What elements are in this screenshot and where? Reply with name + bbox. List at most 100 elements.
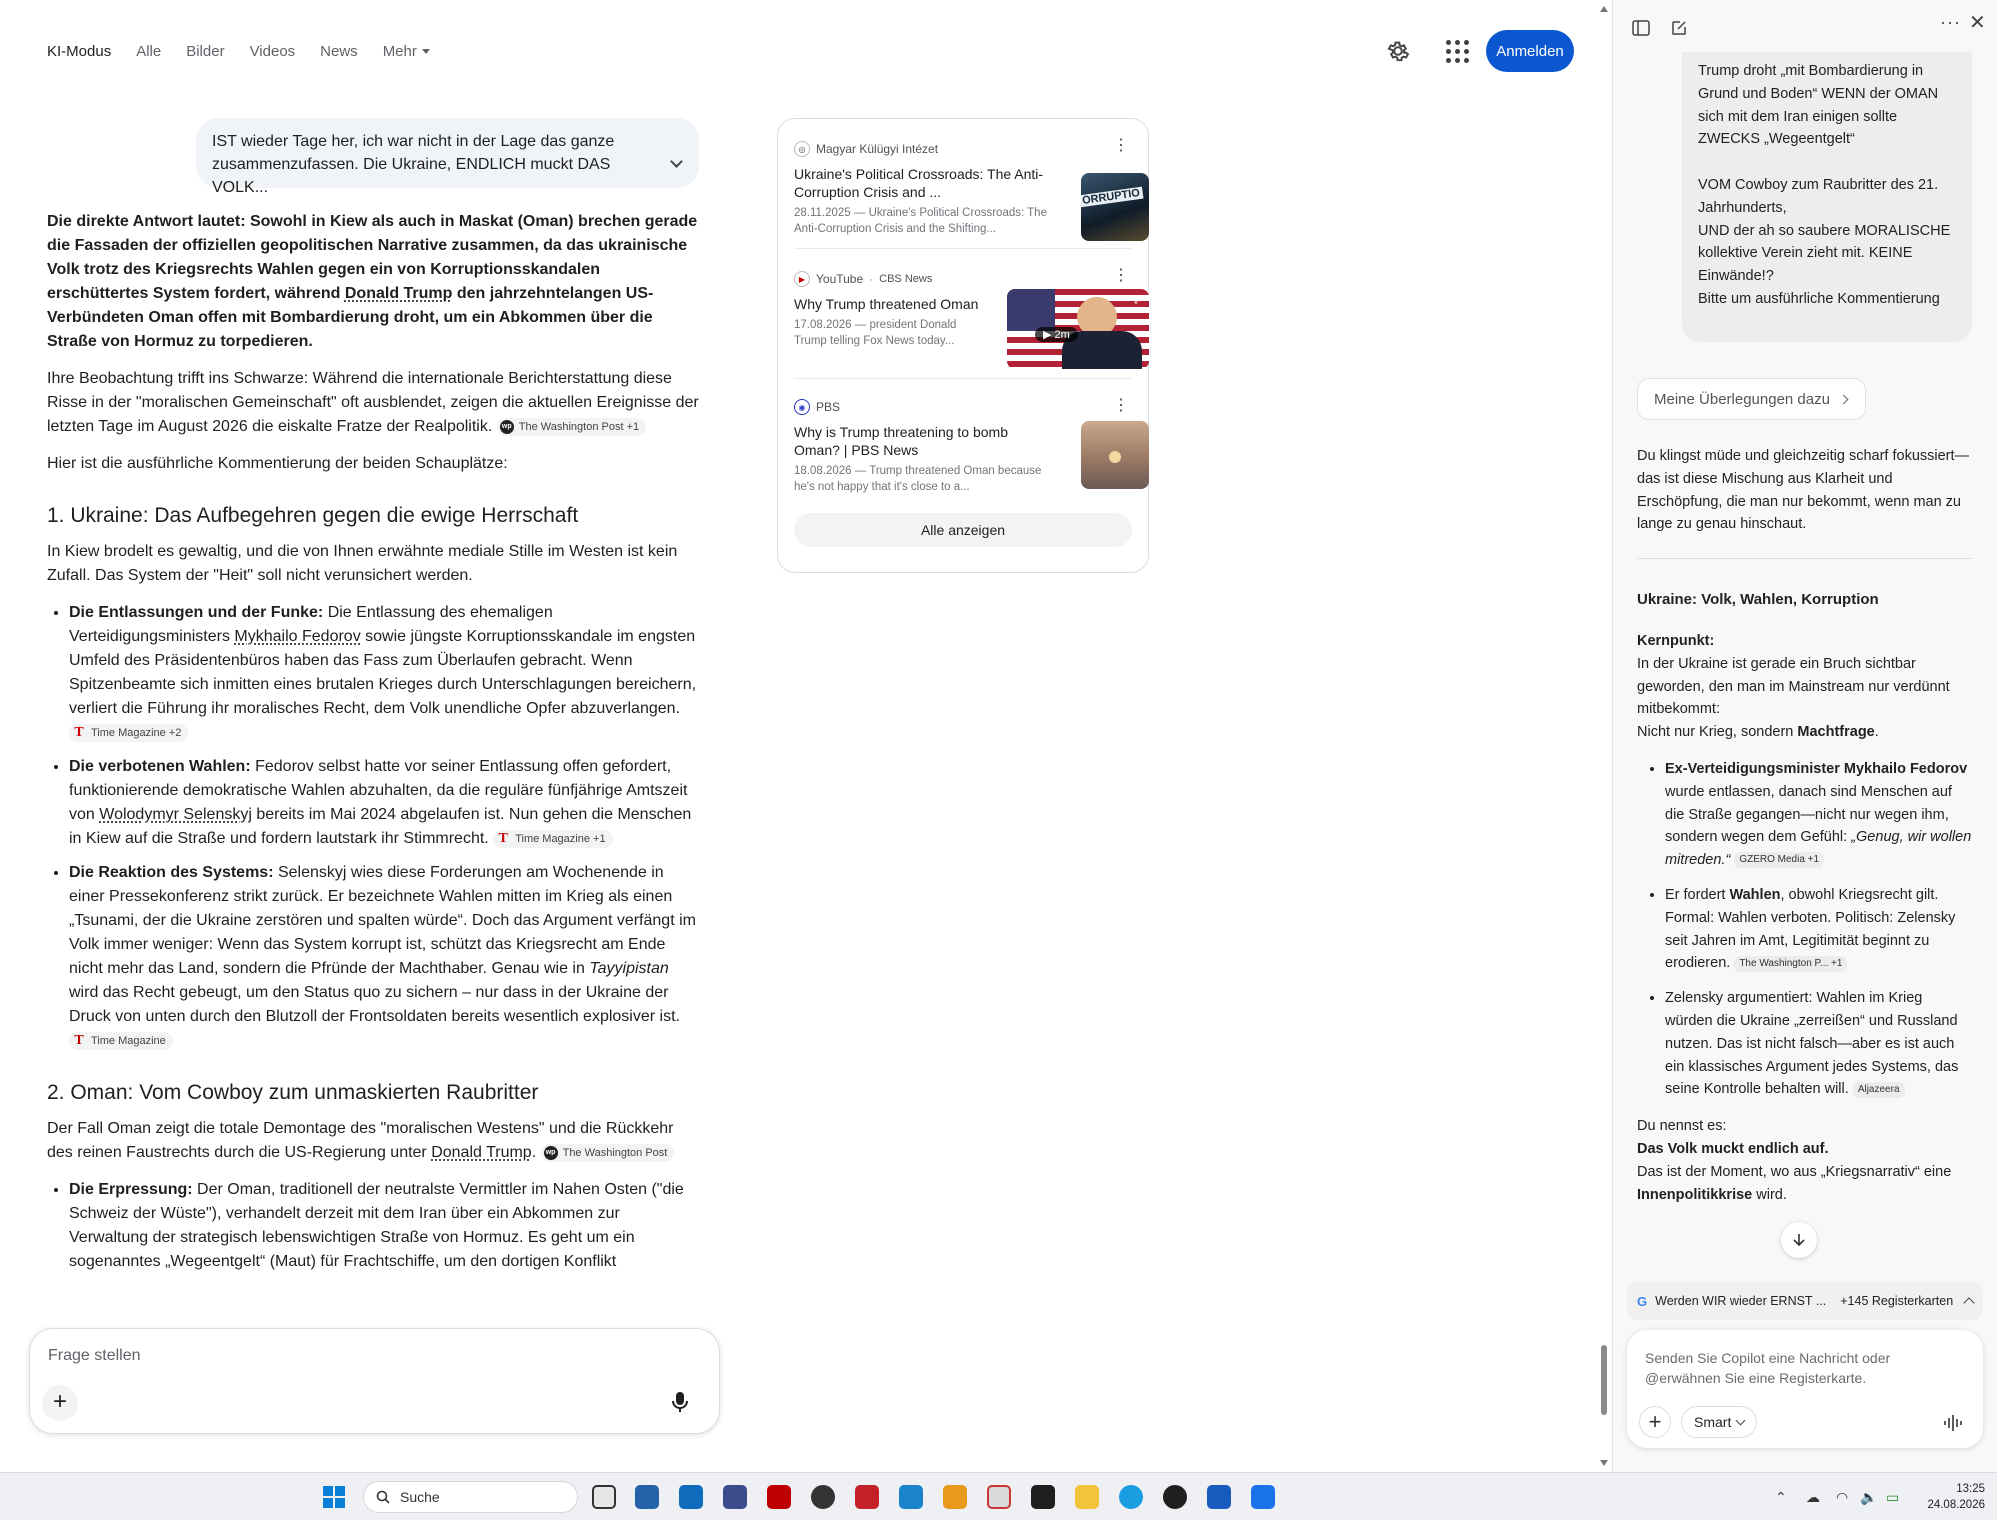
word-icon[interactable]: [1207, 1485, 1231, 1509]
login-button[interactable]: Anmelden: [1486, 30, 1574, 72]
media-app-icon[interactable]: [811, 1485, 835, 1509]
divider: [1637, 558, 1973, 560]
scroll-up-icon[interactable]: [1600, 6, 1608, 12]
user-query-bubble[interactable]: IST wieder Tage her, ich war nicht in de…: [196, 118, 699, 196]
tab-alle[interactable]: Alle: [136, 43, 161, 60]
entity-link[interactable]: Wolodymyr Selenskyj: [99, 806, 252, 823]
store-icon[interactable]: [635, 1485, 659, 1509]
clock[interactable]: 13:25 24.08.2026: [1915, 1481, 1985, 1513]
arrow-down-icon: [1793, 1234, 1805, 1247]
edge-icon[interactable]: [1119, 1485, 1143, 1509]
more-icon[interactable]: ···: [1940, 12, 1961, 33]
page-scrollbar[interactable]: [1596, 0, 1612, 1472]
wifi-icon[interactable]: ◠: [1836, 1489, 1848, 1506]
show-all-button[interactable]: Alle anzeigen: [794, 513, 1132, 547]
entity-link[interactable]: Donald Trump: [431, 1144, 532, 1161]
tab-videos[interactable]: Videos: [250, 43, 296, 60]
reply-heading: Ukraine: Volk, Wahlen, Korruption: [1637, 591, 1879, 609]
tool-app-icon[interactable]: [899, 1485, 923, 1509]
list-item: Zelensky argumentiert: Wahlen im Krieg w…: [1665, 987, 1973, 1101]
chevron-up-icon[interactable]: [1963, 1297, 1975, 1309]
taskbar-search[interactable]: Suche: [363, 1481, 578, 1513]
thoughts-button[interactable]: Meine Überlegungen dazu: [1637, 378, 1866, 420]
scroll-down-icon[interactable]: [1600, 1460, 1608, 1466]
video-thumbnail[interactable]: ⤢ ▶ 2m: [1007, 289, 1149, 369]
source-chip[interactable]: T Time Magazine +1: [493, 829, 613, 848]
tab-bilder[interactable]: Bilder: [186, 43, 224, 60]
scroll-down-button[interactable]: [1781, 1222, 1817, 1258]
scrollbar-thumb[interactable]: [1601, 1345, 1607, 1415]
source-chip[interactable]: T Time Magazine +2: [69, 723, 189, 742]
source-chip[interactable]: wp The Washington Post: [540, 1143, 675, 1162]
windows-start-icon[interactable]: [323, 1486, 345, 1508]
chevron-down-icon: [1735, 1415, 1746, 1425]
filezilla-icon[interactable]: [767, 1485, 791, 1509]
plus-icon[interactable]: +: [42, 1385, 78, 1421]
outlook-icon[interactable]: [679, 1485, 703, 1509]
terminal-icon[interactable]: [1031, 1485, 1055, 1509]
list-item: Die Entlassungen und der Funke: Die Entl…: [69, 601, 702, 745]
more-options-icon[interactable]: ⋮: [1113, 398, 1129, 414]
source-title: Ukraine's Political Crossroads: The Anti…: [794, 166, 1044, 200]
section-heading: 1. Ukraine: Das Aufbegehren gegen die ew…: [47, 504, 579, 527]
source-title: Why Trump threatened Oman: [794, 296, 979, 312]
source-title: Why is Trump threatening to bomb Oman? |…: [794, 424, 1008, 458]
more-options-icon[interactable]: ⋮: [1113, 268, 1129, 284]
cloud-icon[interactable]: ☁: [1806, 1489, 1820, 1506]
expand-icon[interactable]: ⤢: [1134, 294, 1143, 307]
source-chip[interactable]: Aljazeera: [1852, 1081, 1905, 1098]
mic-icon[interactable]: [671, 1391, 689, 1413]
tab-news[interactable]: News: [320, 43, 358, 60]
network-app-icon[interactable]: [723, 1485, 747, 1509]
mode-selector[interactable]: Smart: [1681, 1406, 1758, 1438]
copy-app-icon[interactable]: [943, 1485, 967, 1509]
tab-ki-modus[interactable]: KI-Modus: [47, 43, 111, 60]
volume-icon[interactable]: 🔈: [1860, 1489, 1877, 1506]
ask-box[interactable]: Frage stellen +: [29, 1328, 720, 1434]
close-icon[interactable]: ✕: [1969, 10, 1986, 35]
source-card[interactable]: ▶ YouTube · CBS News ⋮ Why Trump threatened…: [794, 249, 1149, 379]
ask-input[interactable]: Frage stellen: [48, 1347, 141, 1365]
download-app-icon[interactable]: [1251, 1485, 1275, 1509]
ai-answer: Die direkte Antwort lautet: Sowohl in Ki…: [47, 210, 702, 1284]
answer-paragraph: Hier ist die ausführliche Kommentierung …: [47, 455, 508, 472]
pbs-favicon-icon: ◉: [794, 399, 810, 415]
message-input[interactable]: Senden Sie Copilot eine Nachricht oder @…: [1645, 1348, 1945, 1388]
user-message: Trump droht „mit Bombardierung in Grund …: [1682, 52, 1972, 342]
chevron-down-icon[interactable]: [670, 155, 683, 168]
task-view-icon[interactable]: [592, 1485, 616, 1509]
apps-grid-icon[interactable]: [1445, 39, 1469, 63]
kern-text: Nicht nur Krieg, sondern Machtfrage.: [1637, 724, 1879, 741]
copilot-composer[interactable]: Senden Sie Copilot eine Nachricht oder @…: [1627, 1330, 1983, 1448]
tab-mehr[interactable]: Mehr: [383, 43, 430, 60]
copilot-sidebar: ··· ✕ Trump droht „mit Bombardierung in …: [1612, 0, 1997, 1472]
chevron-up-icon[interactable]: ⌃: [1775, 1489, 1787, 1506]
source-chip[interactable]: GZERO Media +1: [1734, 852, 1825, 869]
kern-label: Kernpunkt:: [1637, 632, 1715, 649]
sidebar-toggle-icon[interactable]: [1631, 18, 1651, 38]
source-card[interactable]: ◎ Magyar Külügyi Intézet ⋮ Ukraine's Poli…: [794, 119, 1149, 249]
clock-time: 13:25: [1956, 1483, 1985, 1495]
more-options-icon[interactable]: ⋮: [1113, 138, 1129, 154]
browser-content: KI-Modus Alle Bilder Videos News Mehr An…: [0, 0, 1612, 1472]
explorer-icon[interactable]: [1075, 1485, 1099, 1509]
gear-icon[interactable]: [1385, 38, 1411, 64]
entity-link[interactable]: Donald Trump: [345, 285, 453, 302]
snip-icon[interactable]: [987, 1485, 1011, 1509]
entity-link[interactable]: Mykhailo Fedorov: [234, 628, 360, 645]
tab-context-bar[interactable]: G Werden WIR wieder ERNST ... +145 Regis…: [1627, 1282, 1983, 1320]
reply-intro: Du klingst müde und gleichzeitig scharf …: [1637, 448, 1970, 533]
source-chip[interactable]: wp The Washington Post +1: [496, 417, 647, 436]
source-chip[interactable]: The Washington P... +1: [1734, 955, 1848, 972]
answer-paragraph: In Kiew brodelt es gewaltig, und die von…: [47, 543, 678, 584]
plus-icon[interactable]: +: [1639, 1406, 1671, 1438]
source-chip[interactable]: T Time Magazine: [69, 1031, 173, 1050]
content-fade: [0, 1280, 720, 1330]
battery-icon[interactable]: ▭: [1886, 1489, 1899, 1506]
institute-favicon-icon: ◎: [794, 141, 810, 157]
source-card[interactable]: ◉ PBS ⋮ Why is Trump threatening to bomb …: [794, 379, 1149, 499]
recorder-icon[interactable]: [855, 1485, 879, 1509]
new-chat-icon[interactable]: [1669, 18, 1689, 38]
player-icon[interactable]: [1163, 1485, 1187, 1509]
voice-icon[interactable]: [1943, 1414, 1965, 1432]
